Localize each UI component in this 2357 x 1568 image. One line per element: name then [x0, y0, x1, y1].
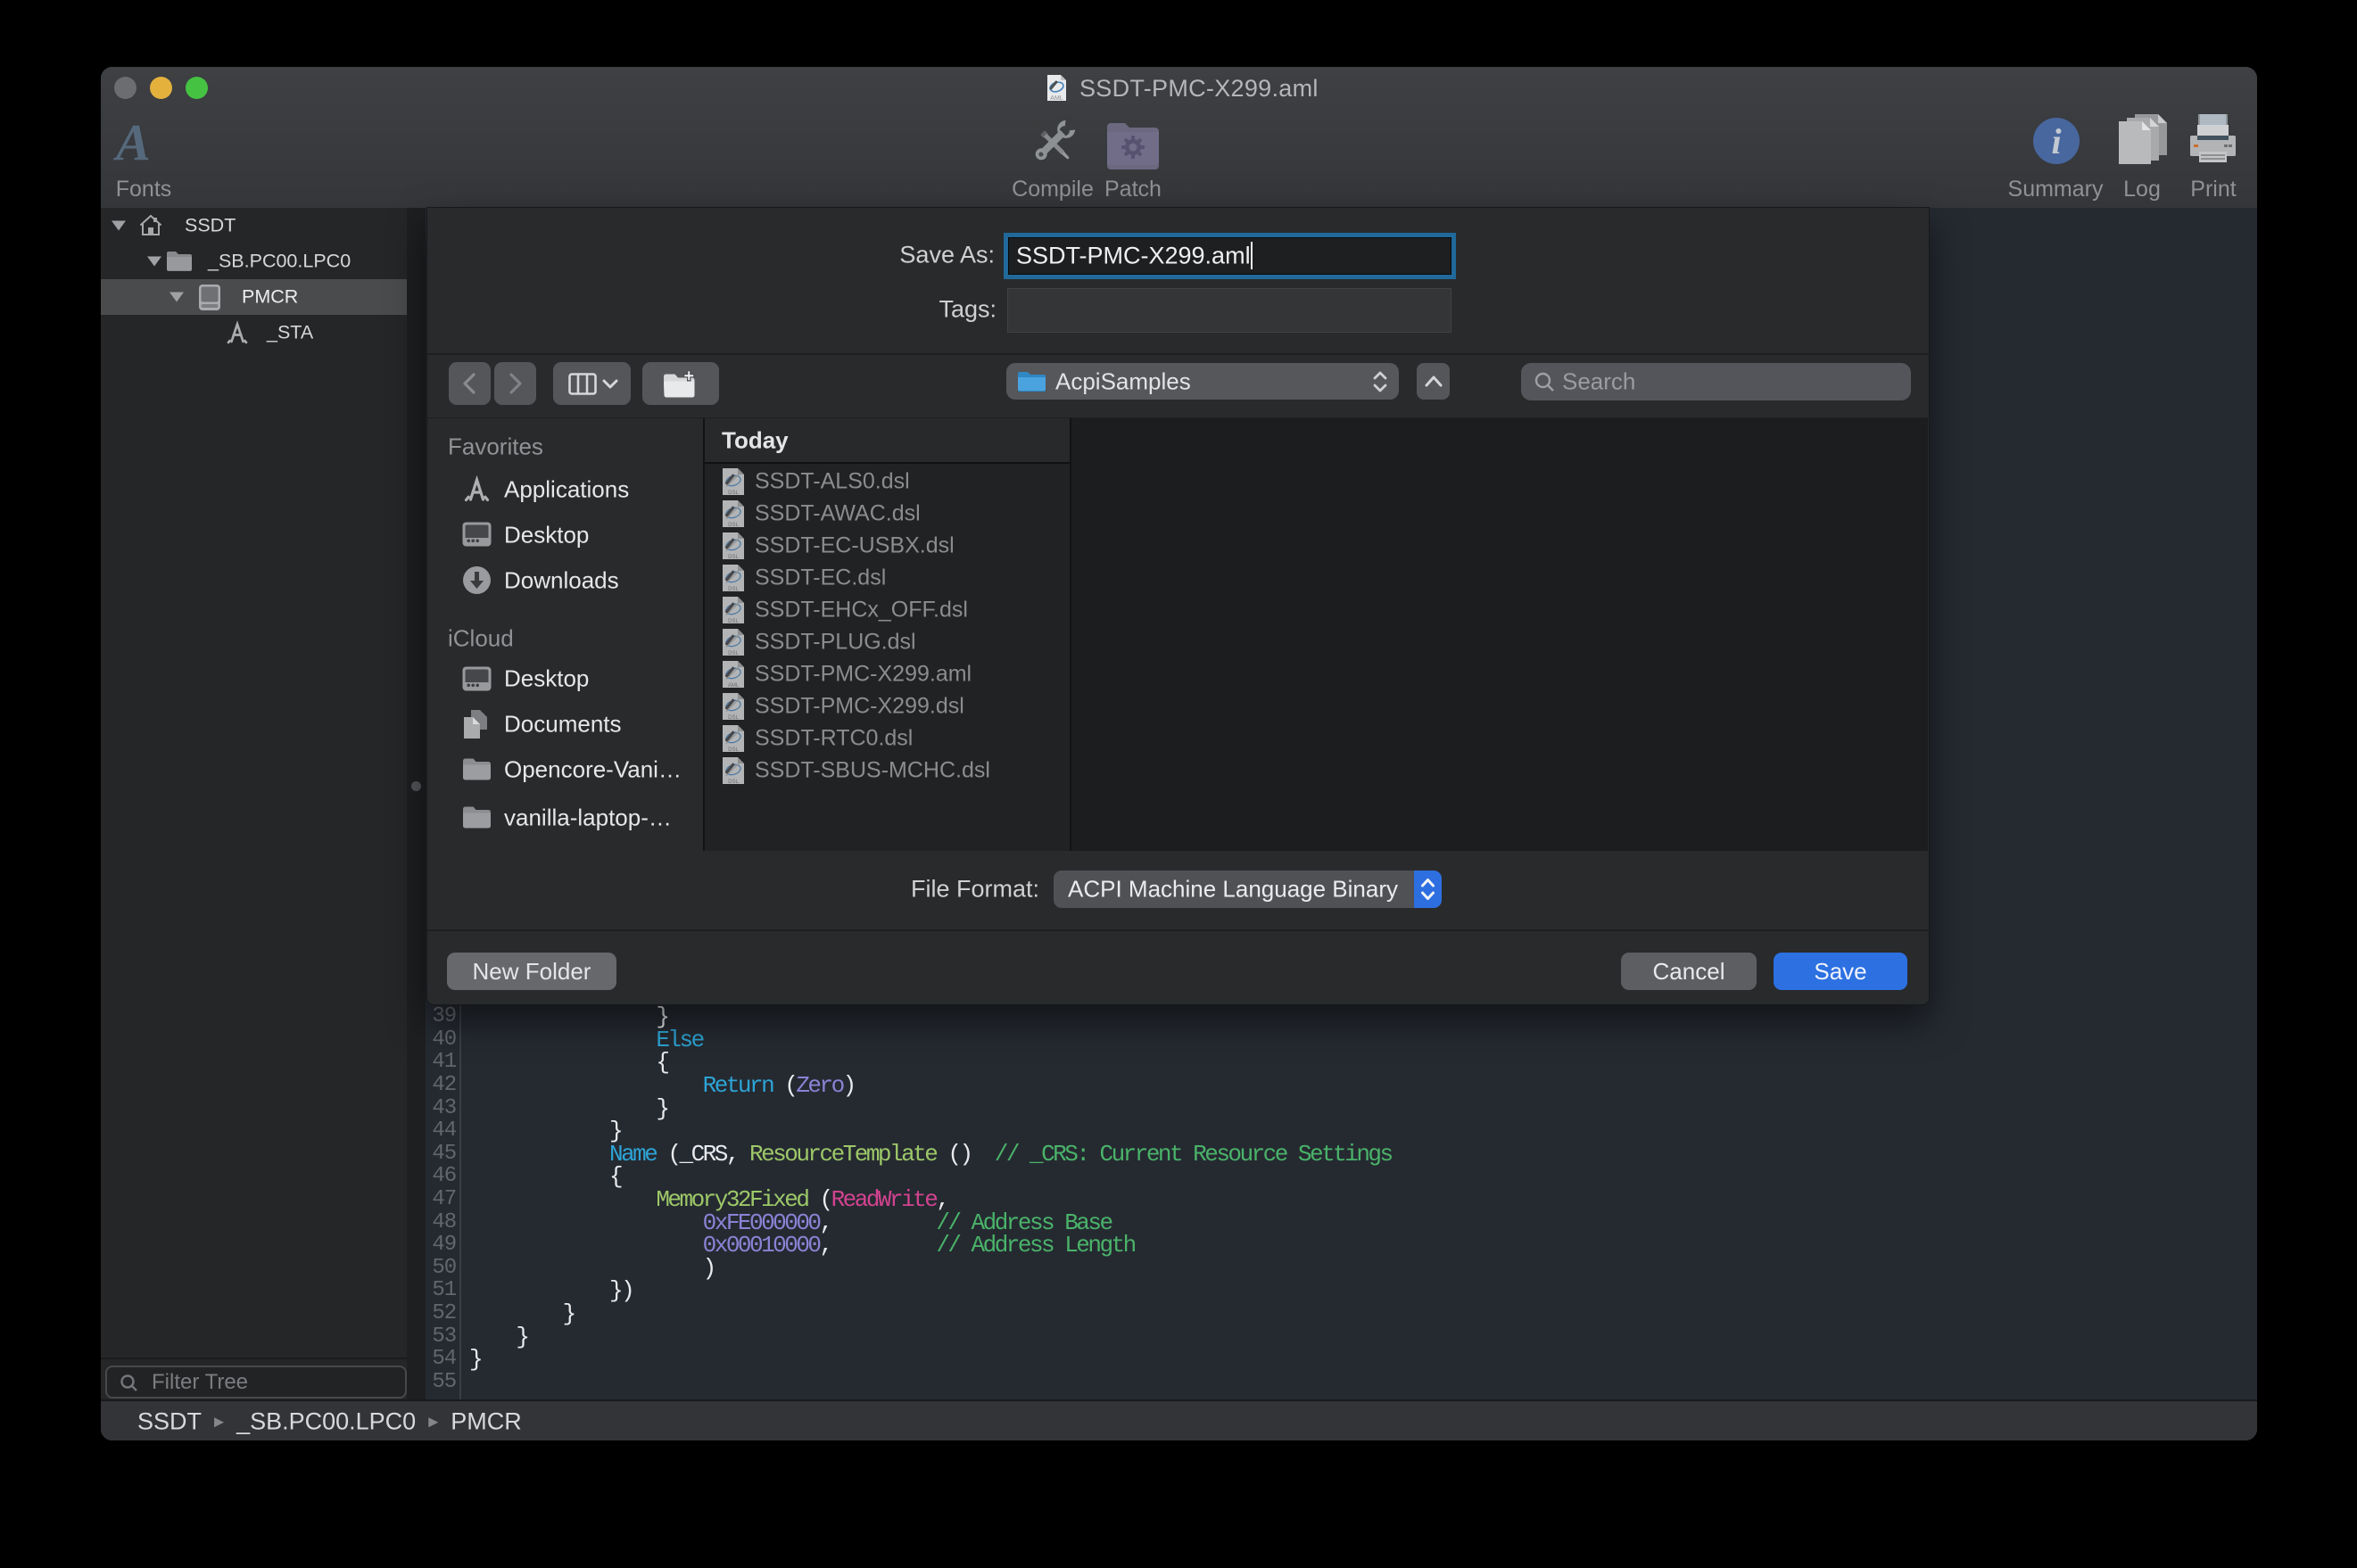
svg-text:DSL: DSL	[728, 587, 739, 592]
svg-text:DSL: DSL	[728, 747, 739, 753]
svg-text:DSL: DSL	[728, 555, 739, 560]
svg-text:AML: AML	[728, 683, 740, 689]
svg-text:AML: AML	[1050, 95, 1063, 102]
svg-text:DSL: DSL	[728, 491, 739, 496]
svg-text:DSL: DSL	[728, 523, 739, 528]
svg-text:DSL: DSL	[728, 651, 739, 656]
svg-text:i: i	[2051, 121, 2061, 161]
svg-text:DSL: DSL	[728, 780, 739, 785]
svg-text:DSL: DSL	[728, 619, 739, 624]
svg-text:DSL: DSL	[728, 715, 739, 721]
